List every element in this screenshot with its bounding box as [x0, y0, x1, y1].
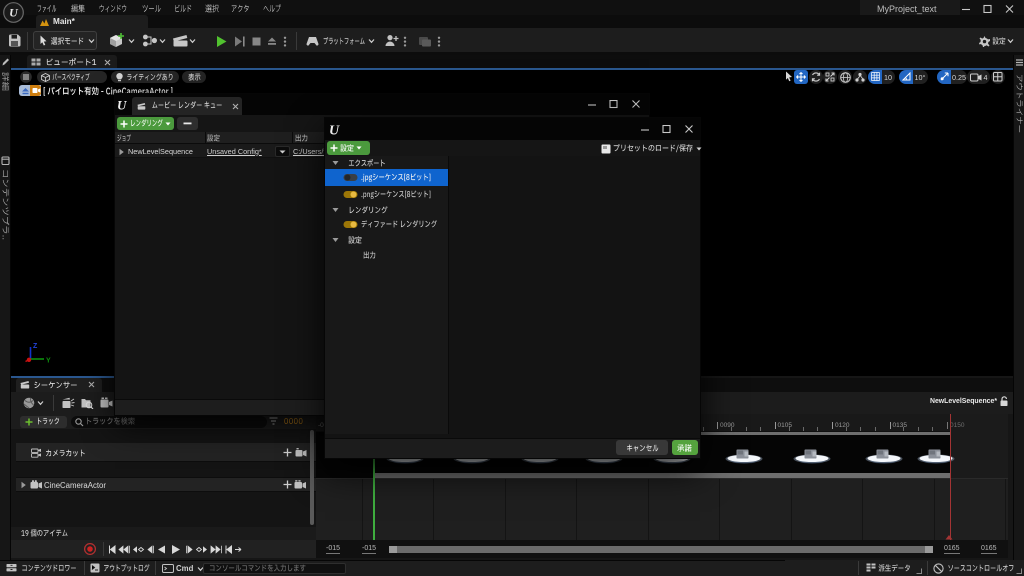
svg-text:Z: Z — [33, 343, 38, 350]
svg-text:U: U — [329, 124, 340, 138]
svg-text:U: U — [117, 98, 127, 112]
svg-text:U: U — [9, 6, 19, 20]
svg-text:Y: Y — [46, 358, 51, 365]
